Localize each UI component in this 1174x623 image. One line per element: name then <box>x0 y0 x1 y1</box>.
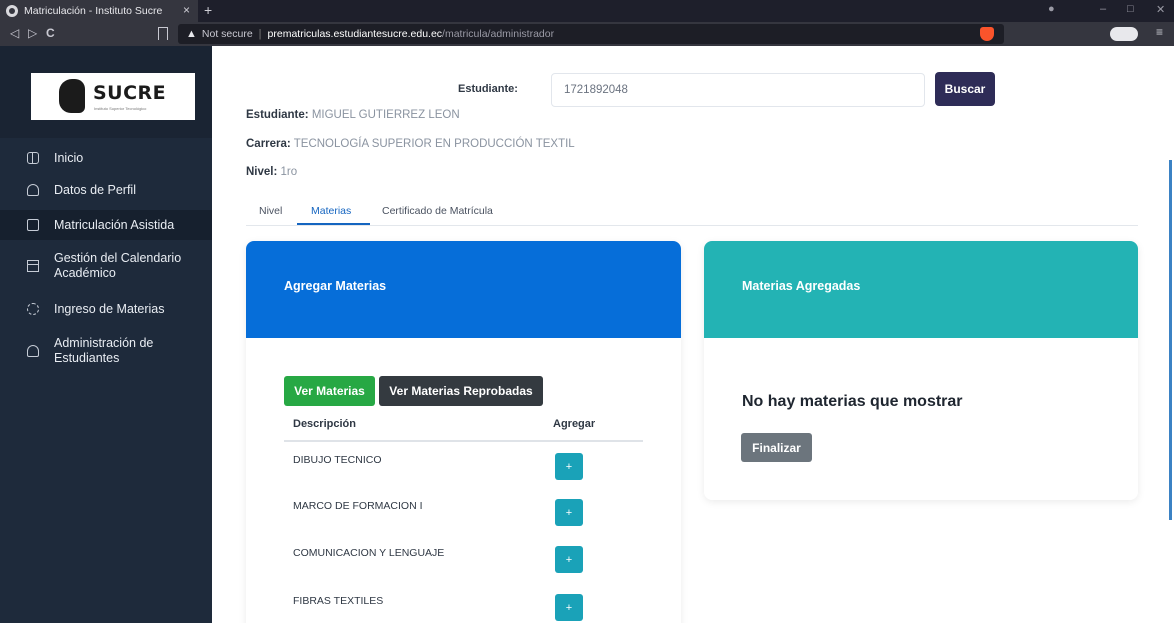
student-level-label: Nivel: <box>246 166 278 178</box>
back-icon[interactable]: ◁ <box>10 26 19 40</box>
sidebar-item-administracion[interactable]: Administración de Estudiantes <box>0 333 212 369</box>
logo-head-icon <box>59 79 85 113</box>
grid-icon <box>27 152 39 164</box>
search-label: Estudiante: <box>458 83 518 95</box>
tab-certificado[interactable]: Certificado de Matrícula <box>382 205 493 217</box>
column-header-description: Descripción <box>293 418 356 430</box>
column-header-add: Agregar <box>553 418 596 430</box>
table-header-divider <box>284 440 643 442</box>
added-subjects-header: Materias Agregadas <box>704 241 1138 338</box>
sidebar-item-calendario[interactable]: Gestión del Calendario Académico <box>0 248 212 284</box>
add-subjects-card: Agregar Materias Ver Materias Ver Materi… <box>246 241 681 623</box>
warning-icon: ▲ <box>186 28 197 40</box>
add-subject-button[interactable]: + <box>555 453 583 480</box>
add-subjects-header: Agregar Materias <box>246 241 681 338</box>
added-subjects-title: Materias Agregadas <box>742 279 861 293</box>
url-path: /matricula/administrador <box>442 28 555 40</box>
sidebar: SUCRE Instituto Superior Tecnológico Ini… <box>0 46 212 623</box>
sidebar-item-label: Datos de Perfil <box>54 182 136 197</box>
logo-area: SUCRE Instituto Superior Tecnológico <box>0 46 212 138</box>
tab-materias[interactable]: Materias <box>311 205 351 217</box>
tab-bar: Nivel Materias Certificado de Matrícula <box>246 197 1138 226</box>
not-secure-label: Not secure <box>201 28 253 40</box>
tab-nivel[interactable]: Nivel <box>259 205 282 217</box>
sidebar-item-label: Inicio <box>54 150 84 165</box>
sidebar-item-matriculacion[interactable]: Matriculación Asistida <box>0 210 212 240</box>
forward-icon[interactable]: ▷ <box>28 26 37 40</box>
browser-tab[interactable]: Matriculación - Instituto Sucre × <box>0 0 198 22</box>
student-level-line: Nivel: 1ro <box>246 166 297 178</box>
favicon-icon <box>6 5 18 17</box>
maximize-icon[interactable]: □ <box>1127 3 1134 15</box>
add-subject-button[interactable]: + <box>555 546 583 573</box>
student-career-label: Carrera: <box>246 138 291 150</box>
logo-subtitle: Instituto Superior Tecnológico <box>94 106 147 111</box>
sidebar-item-ingreso-materias[interactable]: Ingreso de Materias <box>0 298 212 320</box>
add-subjects-title: Agregar Materias <box>284 279 387 293</box>
table-row-description: MARCO DE FORMACION I <box>293 500 423 512</box>
search-button[interactable]: Buscar <box>935 72 995 106</box>
url-field[interactable]: ▲ Not secure | prematriculas.estudiantes… <box>178 24 1004 44</box>
add-subject-button[interactable]: + <box>555 499 583 526</box>
add-subject-button[interactable]: + <box>555 594 583 621</box>
added-subjects-card: Materias Agregadas No hay materias que m… <box>704 241 1138 500</box>
sidebar-item-inicio[interactable]: Inicio <box>0 147 212 169</box>
sidebar-item-label: Gestión del Calendario Académico <box>54 251 182 280</box>
register-icon <box>27 219 39 231</box>
view-subjects-button[interactable]: Ver Materias <box>284 376 375 406</box>
user-icon <box>27 345 39 357</box>
view-failed-subjects-button[interactable]: Ver Materias Reprobadas <box>379 376 543 406</box>
browser-tab-title: Matriculación - Instituto Sucre <box>24 5 163 17</box>
sidebar-item-label: Matriculación Asistida <box>54 217 175 232</box>
page-scrollbar[interactable] <box>1169 160 1172 520</box>
minimize-icon[interactable]: – <box>1100 3 1106 15</box>
target-icon <box>27 303 39 315</box>
table-row-description: DIBUJO TECNICO <box>293 454 382 466</box>
sidebar-item-datos-perfil[interactable]: Datos de Perfil <box>0 179 212 201</box>
sidebar-item-label: Ingreso de Materias <box>54 301 165 316</box>
student-name-line: Estudiante: MIGUEL GUTIERREZ LEON <box>246 109 460 121</box>
logo[interactable]: SUCRE Instituto Superior Tecnológico <box>31 73 195 120</box>
student-name-label: Estudiante: <box>246 109 309 121</box>
calendar-icon <box>27 260 39 272</box>
student-career: TECNOLOGÍA SUPERIOR EN PRODUCCIÓN TEXTIL <box>293 138 575 150</box>
extension-icon[interactable] <box>1110 27 1138 41</box>
profile-icon[interactable]: ● <box>1048 3 1055 15</box>
active-tab-indicator <box>297 223 370 225</box>
logo-text: SUCRE <box>93 82 167 104</box>
tab-close-icon[interactable]: × <box>183 3 190 17</box>
brave-shield-icon[interactable] <box>980 27 994 41</box>
student-level: 1ro <box>280 166 298 178</box>
user-icon <box>27 184 39 196</box>
browser-menu-icon[interactable]: ≡ <box>1156 25 1163 39</box>
bookmark-icon[interactable] <box>158 27 168 40</box>
url-host: prematriculas.estudiantesucre.edu.ec <box>267 28 443 40</box>
reload-icon[interactable]: C <box>46 26 55 40</box>
browser-tab-bar: Matriculación - Instituto Sucre × + ● – … <box>0 0 1174 22</box>
finish-button[interactable]: Finalizar <box>741 433 812 462</box>
table-row-description: COMUNICACION Y LENGUAJE <box>293 547 445 559</box>
student-career-line: Carrera: TECNOLOGÍA SUPERIOR EN PRODUCCI… <box>246 138 575 150</box>
new-tab-button[interactable]: + <box>204 2 212 18</box>
sidebar-item-label: Administración de Estudiantes <box>54 336 154 365</box>
student-search-input[interactable] <box>551 73 925 107</box>
empty-subjects-message: No hay materias que mostrar <box>742 393 963 410</box>
close-window-icon[interactable]: ✕ <box>1156 3 1165 16</box>
table-row-description: FIBRAS TEXTILES <box>293 595 384 607</box>
url-separator: | <box>258 28 262 40</box>
address-bar-row: ◁ ▷ C ▲ Not secure | prematriculas.estud… <box>0 22 1174 46</box>
student-name: MIGUEL GUTIERREZ LEON <box>311 109 460 121</box>
